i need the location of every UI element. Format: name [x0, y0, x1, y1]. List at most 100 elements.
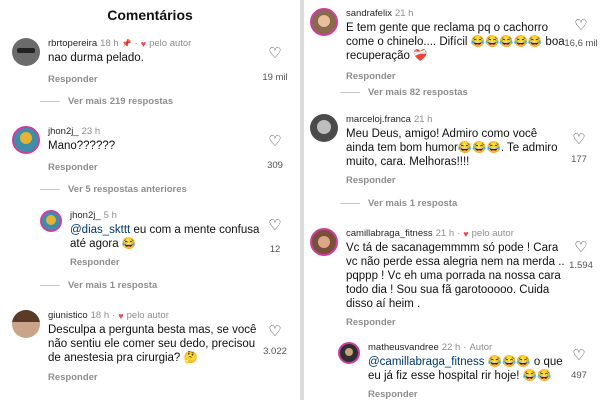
like-control: ♡ 16,6 mil [562, 18, 600, 50]
comment-time: 5 h [103, 210, 117, 221]
like-control: ♡ 497 [562, 348, 596, 382]
comment-time: 22 h [441, 342, 461, 353]
comment-rbrtopereira: rbrtopereira 18 h 📌 · ♥ pelo autor nao d… [12, 38, 300, 85]
comment-text: E tem gente que reclama pq o cachorro co… [346, 22, 565, 62]
view-more-replies[interactable]: Ver mais 219 respostas [40, 96, 173, 107]
comment-text: nao durma pelado. [48, 52, 144, 64]
comment-username[interactable]: sandrafelix [346, 8, 392, 19]
reply-button[interactable]: Responder [346, 175, 566, 186]
like-control: ♡ 19 mil [258, 46, 292, 84]
comment-time: 18 h [90, 310, 110, 321]
reply-button[interactable]: Responder [48, 74, 266, 85]
comment-username[interactable]: jhon2j_ [70, 210, 101, 221]
reply-button[interactable]: Responder [346, 71, 566, 82]
comment-time: 21 h [413, 114, 433, 125]
dot-separator: · [463, 342, 467, 353]
avatar[interactable] [310, 8, 338, 36]
like-count: 3.022 [263, 346, 287, 357]
reply-button[interactable]: Responder [70, 257, 266, 268]
comment-username[interactable]: matheusvandree [368, 342, 439, 353]
comment-text: Mano?????? [48, 140, 116, 152]
like-count: 19 mil [262, 72, 288, 83]
view-more-replies[interactable]: Ver mais 1 resposta [40, 280, 157, 291]
view-more-label: Ver mais 1 resposta [368, 198, 458, 209]
comment-time: 23 h [81, 126, 101, 137]
view-previous-label: Ver 5 respostas anteriores [68, 184, 187, 195]
reply-jhon2j: jhon2j_ 5 h @dias_skttt eu com a mente c… [40, 210, 300, 268]
liked-by-author-label: pelo autor [149, 38, 192, 49]
author-heart-icon: ♥ [463, 228, 469, 239]
avatar[interactable] [12, 310, 40, 338]
divider-line [340, 92, 360, 93]
comment-text: Meu Deus, amigo! Admiro como você ainda … [346, 128, 558, 168]
comment-time: 18 h [100, 38, 119, 49]
comment-text: Vc tá de sacanagemmmm só pode ! Cara vc … [346, 242, 565, 310]
avatar[interactable] [12, 38, 40, 66]
heart-icon[interactable]: ♡ [562, 240, 600, 256]
comment-marceloj-franca: marceloj.franca 21 h Meu Deus, amigo! Ad… [310, 114, 600, 186]
view-more-label: Ver mais 219 respostas [68, 96, 174, 107]
view-previous-replies[interactable]: Ver 5 respostas anteriores [40, 184, 187, 195]
heart-icon[interactable]: ♡ [258, 134, 292, 150]
author-heart-icon: ♥ [118, 310, 124, 321]
like-count: 1.594 [569, 260, 593, 271]
view-more-label: Ver mais 1 resposta [68, 280, 158, 291]
like-control: ♡ 1.594 [562, 240, 600, 272]
dot-separator: · [457, 228, 461, 239]
comments-panel-left: Comentários rbrtopereira 18 h 📌 · ♥ pelo… [0, 0, 300, 400]
view-more-replies[interactable]: Ver mais 82 respostas [340, 87, 468, 98]
comment-time: 21 h [435, 228, 455, 239]
view-more-label: Ver mais 82 respostas [368, 87, 468, 98]
like-control: ♡ 177 [562, 132, 596, 166]
divider-line [40, 189, 60, 190]
dot-separator: · [112, 310, 116, 321]
like-count: 309 [267, 160, 283, 171]
avatar[interactable] [12, 126, 40, 154]
mention-link[interactable]: @camillabraga_fitness [368, 356, 485, 368]
comment-jhon2j: jhon2j_ 23 h Mano?????? Responder ♡ 309 [12, 126, 300, 173]
heart-icon[interactable]: ♡ [258, 324, 292, 340]
comments-panel-right: sandrafelix 21 h E tem gente que reclama… [304, 0, 600, 400]
heart-icon[interactable]: ♡ [258, 218, 292, 234]
avatar[interactable] [40, 210, 62, 232]
like-count: 497 [571, 370, 587, 381]
reply-button[interactable]: Responder [368, 389, 566, 400]
reply-button[interactable]: Responder [48, 372, 266, 383]
comment-text: @dias_skttt eu com a mente confusa até a… [70, 223, 266, 251]
avatar[interactable] [310, 114, 338, 142]
divider-line [340, 203, 360, 204]
heart-icon[interactable]: ♡ [562, 348, 596, 364]
comment-sandrafelix: sandrafelix 21 h E tem gente que reclama… [310, 8, 600, 82]
dot-separator: · [134, 38, 138, 49]
comment-giunistico: giunistico 18 h · ♥ pelo autor Desculpa … [12, 310, 300, 383]
liked-by-author-label: pelo autor [126, 310, 169, 321]
like-control: ♡ 12 [258, 218, 292, 256]
comment-username[interactable]: camillabraga_fitness [346, 228, 433, 239]
like-count: 177 [571, 154, 587, 165]
heart-icon[interactable]: ♡ [562, 132, 596, 148]
comment-time: 21 h [394, 8, 414, 19]
like-control: ♡ 309 [258, 134, 292, 172]
reply-button[interactable]: Responder [48, 162, 266, 173]
divider-line [40, 285, 60, 286]
like-control: ♡ 3.022 [258, 324, 292, 358]
view-more-replies[interactable]: Ver mais 1 resposta [340, 198, 457, 209]
comment-username[interactable]: marceloj.franca [346, 114, 411, 125]
comment-username[interactable]: rbrtopereira [48, 38, 97, 49]
mention-link[interactable]: @dias_skttt [70, 224, 130, 236]
heart-icon[interactable]: ♡ [562, 18, 600, 34]
comment-username[interactable]: jhon2j_ [48, 126, 79, 137]
avatar[interactable] [338, 342, 360, 364]
comments-title: Comentários [107, 7, 193, 23]
comment-username[interactable]: giunistico [48, 310, 88, 321]
heart-icon[interactable]: ♡ [258, 46, 292, 62]
comment-text: @camillabraga_fitness 😂😂😂 o que eu já fi… [368, 355, 566, 383]
avatar[interactable] [310, 228, 338, 256]
author-label: Autor [469, 342, 493, 353]
author-heart-icon: ♥ [140, 38, 147, 49]
pin-icon: 📌 [121, 39, 132, 48]
comment-camillabraga-fitness: camillabraga_fitness 21 h · ♥ pelo autor… [310, 228, 600, 328]
liked-by-author-label: pelo autor [471, 228, 514, 239]
reply-button[interactable]: Responder [346, 317, 566, 328]
like-count: 12 [269, 244, 281, 255]
